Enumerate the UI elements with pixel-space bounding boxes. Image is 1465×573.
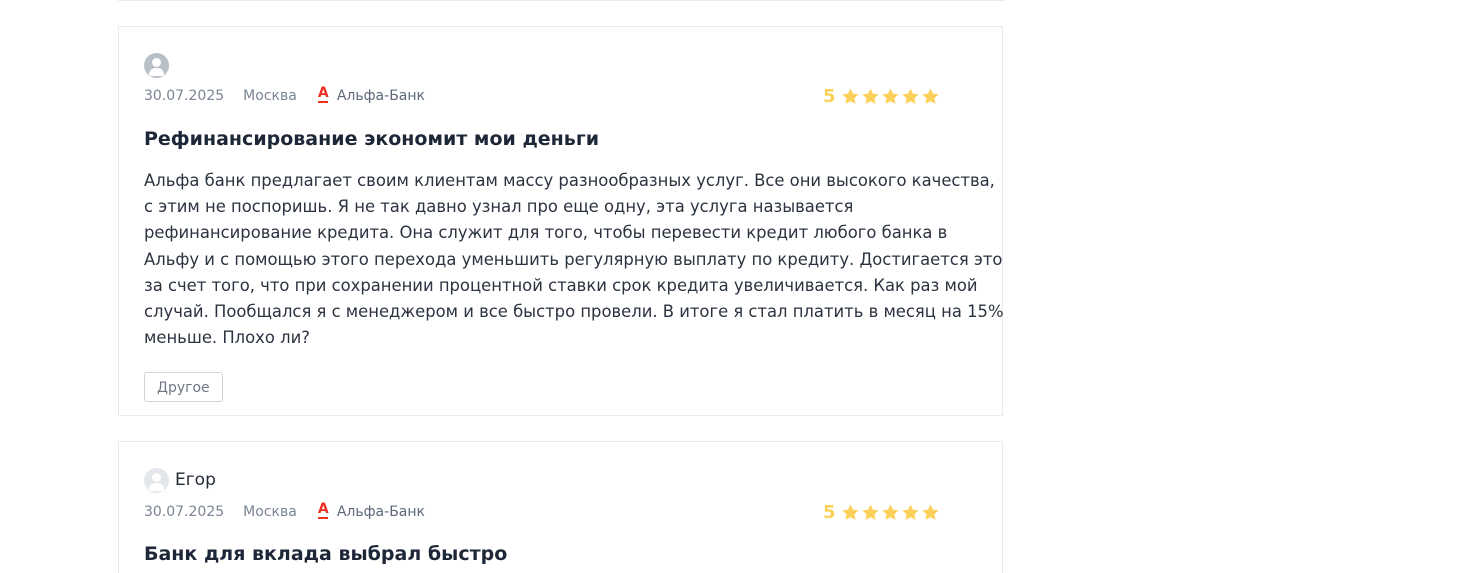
review-text-line: Альфа банк предлагает своим клиентам мас… xyxy=(144,171,995,190)
review-title[interactable]: Рефинансирование экономит мои деньги xyxy=(144,128,599,150)
user-avatar-icon xyxy=(144,467,169,493)
review-city: Москва xyxy=(243,504,297,520)
rating-value: 5 xyxy=(823,85,836,107)
star-icon xyxy=(901,87,919,104)
review-text: Альфа банк предлагает своим клиентам мас… xyxy=(144,168,1004,351)
star-icon xyxy=(841,503,859,520)
review-text-line: Альфу и с помощью этого перехода уменьши… xyxy=(144,249,1003,269)
review-meta: 30.07.2025 Москва A Альфа-Банк xyxy=(144,501,425,523)
star-icon xyxy=(901,503,919,520)
review-author: Егор xyxy=(144,467,216,493)
star-icon xyxy=(881,87,899,104)
author-name: Егор xyxy=(175,470,216,490)
review-meta: 30.07.2025 Москва A Альфа-Банк xyxy=(144,85,425,107)
rating-value: 5 xyxy=(823,501,836,523)
review-bank[interactable]: Альфа-Банк xyxy=(337,504,425,520)
reviews-page: 30.07.2025 Москва A Альфа-Банк 5 Рефинан… xyxy=(0,0,1465,573)
review-rating: 5 xyxy=(823,84,941,108)
review-date: 30.07.2025 xyxy=(144,88,225,104)
star-icon xyxy=(841,87,859,104)
review-rating: 5 xyxy=(823,500,941,524)
alfa-bank-logo-icon: A xyxy=(317,501,329,519)
review-text-line: меньше. Плохо ли? xyxy=(144,328,310,348)
star-icon xyxy=(861,87,879,104)
alfa-bank-logo-icon: A xyxy=(317,85,329,103)
review-date: 30.07.2025 xyxy=(144,504,225,520)
review-city: Москва xyxy=(243,88,297,104)
review-text-line: за счет того, что при сохранении процент… xyxy=(144,275,978,295)
review-title[interactable]: Банк для вклада выбрал быстро xyxy=(144,543,507,565)
review-text-line: рефинансирование кредита. Она служит для… xyxy=(144,223,948,243)
user-avatar-icon xyxy=(144,52,169,78)
review-author xyxy=(144,52,169,78)
review-bank[interactable]: Альфа-Банк xyxy=(337,88,425,104)
star-icon xyxy=(921,503,939,520)
review-tag-button[interactable]: Другое xyxy=(144,372,223,402)
review-text-line: случай. Пообщался я с менеджером и все б… xyxy=(144,302,1004,322)
star-icon xyxy=(921,87,939,104)
review-text-line: с этим не поспоришь. Я не так давно узна… xyxy=(144,197,854,217)
star-icon xyxy=(881,503,899,520)
review-card: 30.07.2025 Москва A Альфа-Банк 5 Рефинан… xyxy=(118,26,1004,416)
review-card: Егор 30.07.2025 Москва A Альфа-Банк 5 Ба… xyxy=(118,441,1003,573)
star-icon xyxy=(861,503,879,520)
previous-review-card-edge xyxy=(118,0,1005,1)
